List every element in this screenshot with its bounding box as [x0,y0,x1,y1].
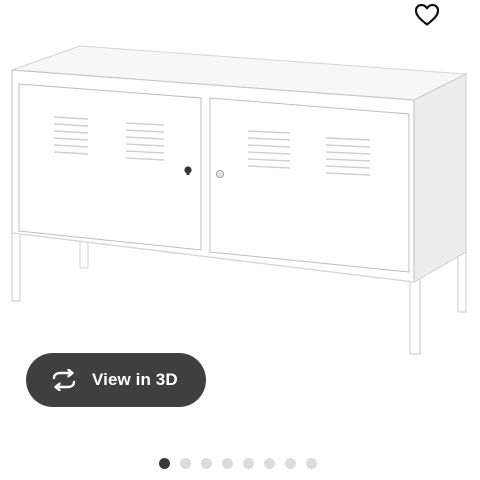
pagination-dot[interactable] [159,457,170,469]
pagination-dot[interactable] [264,457,275,469]
view-in-3d-label: View in 3D [92,370,178,389]
pagination-dot[interactable] [222,457,233,469]
favourite-button[interactable] [411,0,443,30]
pagination-dot[interactable] [285,457,296,469]
product-gallery: View in 3D [0,0,480,480]
view-in-3d-button[interactable]: View in 3D [26,353,206,407]
pagination-dot[interactable] [201,457,212,469]
pagination-dot[interactable] [243,457,254,469]
pagination-dot[interactable] [306,457,317,469]
rotate-3d-icon [50,369,78,391]
image-pagination [159,457,317,469]
heart-icon [414,3,440,26]
pagination-dot[interactable] [180,457,191,469]
